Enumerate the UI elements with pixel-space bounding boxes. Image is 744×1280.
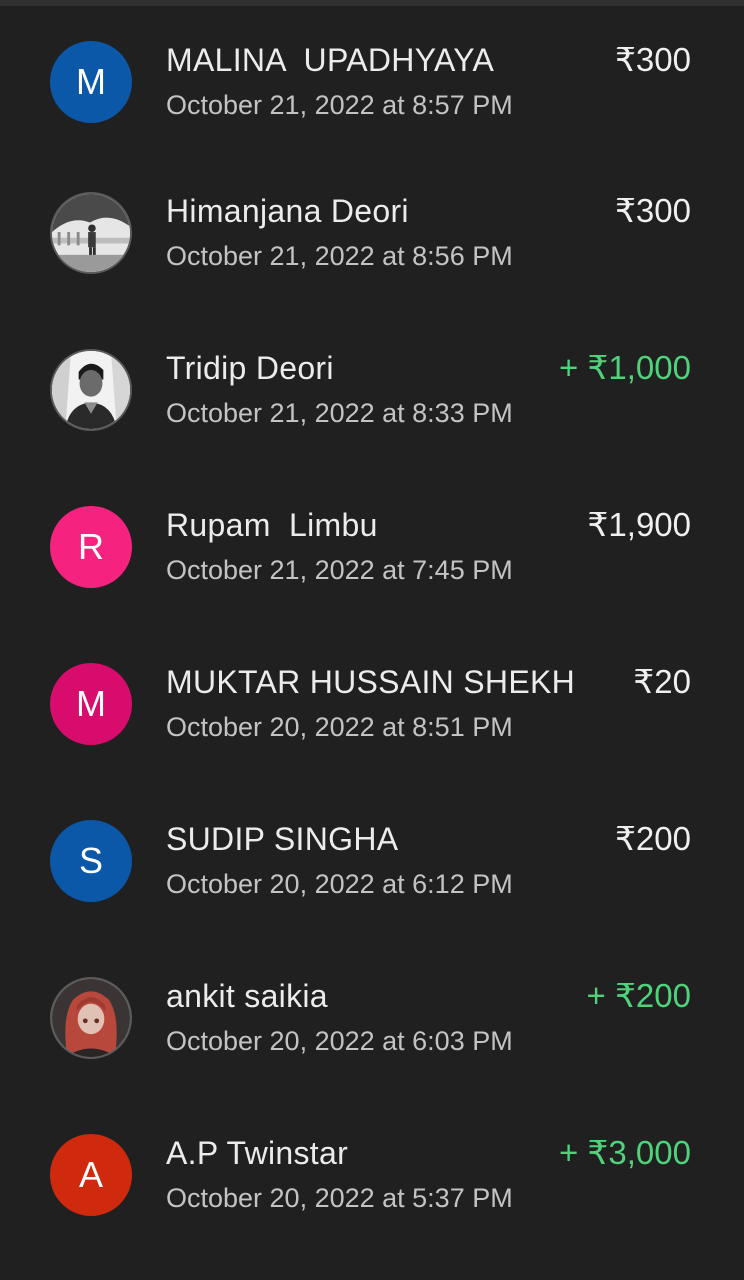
anime-character-photo-icon <box>52 979 130 1057</box>
avatar <box>50 977 132 1059</box>
avatar-initial: R <box>78 526 104 567</box>
transaction-amount: + ₹1,000 <box>558 349 691 386</box>
transaction-date: October 21, 2022 at 7:45 PM <box>166 555 513 585</box>
avatar: S <box>50 820 132 902</box>
transaction-row[interactable]: Himanjana Deori October 21, 2022 at 8:56… <box>0 157 744 314</box>
transaction-row[interactable]: Tridip Deori October 21, 2022 at 8:33 PM… <box>0 314 744 471</box>
avatar <box>50 192 132 274</box>
transaction-row[interactable]: M MALINA UPADHYAYA October 21, 2022 at 8… <box>0 6 744 157</box>
person-photo-portrait-icon <box>52 351 130 429</box>
transaction-amount: ₹300 <box>614 41 691 78</box>
transaction-amount: + ₹200 <box>586 977 692 1014</box>
transaction-amount: ₹20 <box>633 663 691 700</box>
transaction-row[interactable]: A A.P Twinstar October 20, 2022 at 5:37 … <box>0 1099 744 1256</box>
avatar-initial: M <box>76 683 106 724</box>
transaction-row[interactable]: M MUKTAR HUSSAIN SHEKH October 20, 2022 … <box>0 628 744 785</box>
transaction-amount: ₹1,900 <box>587 506 691 543</box>
payee-name: MALINA UPADHYAYA <box>166 42 495 78</box>
transaction-amount: + ₹3,000 <box>558 1134 691 1171</box>
avatar-initial: S <box>78 840 103 881</box>
person-photo-outdoor-icon <box>52 194 130 272</box>
avatar: M <box>50 663 132 745</box>
avatar-initial: A <box>78 1154 103 1195</box>
payee-name: ankit saikia <box>166 978 328 1014</box>
transaction-date: October 20, 2022 at 5:37 PM <box>166 1183 513 1213</box>
avatar: R <box>50 506 132 588</box>
avatar: A <box>50 1134 132 1216</box>
payee-name: A.P Twinstar <box>166 1135 349 1171</box>
payee-name: SUDIP SINGHA <box>166 821 399 857</box>
payee-name: Himanjana Deori <box>166 193 409 229</box>
payee-name: Tridip Deori <box>166 350 334 386</box>
transaction-amount: ₹300 <box>614 192 691 229</box>
payee-name: MUKTAR HUSSAIN SHEKH <box>166 664 576 700</box>
transaction-date: October 20, 2022 at 8:51 PM <box>166 712 513 742</box>
avatar-initial: M <box>76 61 106 102</box>
transaction-date: October 21, 2022 at 8:33 PM <box>166 398 513 428</box>
transaction-row[interactable]: ankit saikia October 20, 2022 at 6:03 PM… <box>0 942 744 1099</box>
transaction-date: October 21, 2022 at 8:57 PM <box>166 90 513 120</box>
transaction-amount: ₹200 <box>614 820 691 857</box>
avatar: M <box>50 41 132 123</box>
payee-name: Rupam Limbu <box>166 507 378 543</box>
transaction-date: October 21, 2022 at 8:56 PM <box>166 241 513 271</box>
transaction-list: M MALINA UPADHYAYA October 21, 2022 at 8… <box>0 6 744 1256</box>
transaction-date: October 20, 2022 at 6:12 PM <box>166 869 513 899</box>
transaction-row[interactable]: S SUDIP SINGHA October 20, 2022 at 6:12 … <box>0 785 744 942</box>
avatar <box>50 349 132 431</box>
transaction-date: October 20, 2022 at 6:03 PM <box>166 1026 513 1056</box>
transaction-row[interactable]: R Rupam Limbu October 21, 2022 at 7:45 P… <box>0 471 744 628</box>
